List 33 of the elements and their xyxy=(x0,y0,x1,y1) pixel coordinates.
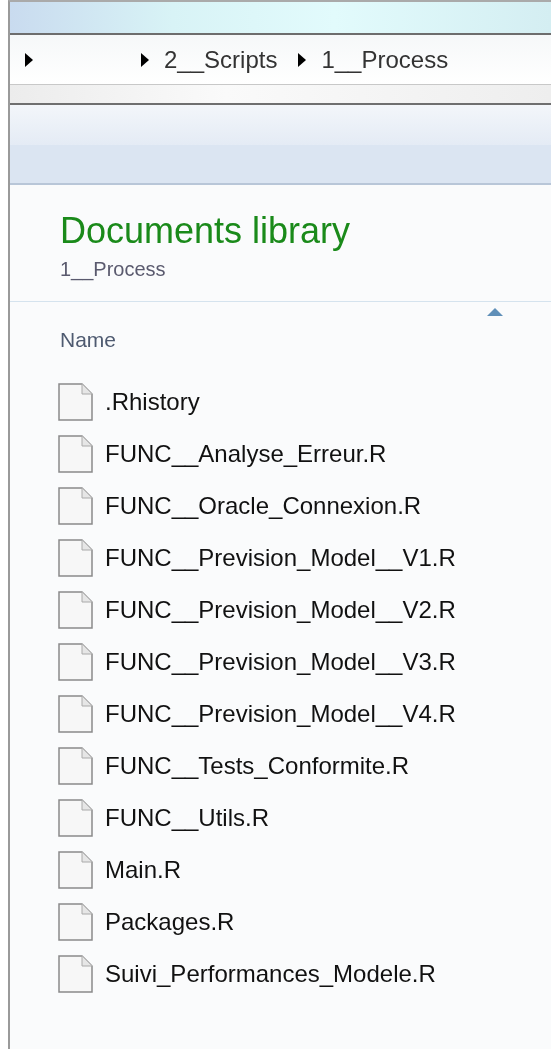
breadcrumb-arrow-icon[interactable] xyxy=(24,52,34,67)
file-icon xyxy=(58,799,93,838)
file-icon xyxy=(58,591,93,630)
file-icon xyxy=(58,383,93,422)
file-name[interactable]: Packages.R xyxy=(105,908,235,937)
file-name[interactable]: FUNC__Analyse_Erreur.R xyxy=(105,440,387,469)
file-icon xyxy=(58,955,93,994)
file-icon xyxy=(58,695,93,734)
file-name[interactable]: FUNC__Prevision_Model__V4.R xyxy=(105,700,456,729)
file-name[interactable]: FUNC__Prevision_Model__V2.R xyxy=(105,596,456,625)
file-name[interactable]: FUNC__Oracle_Connexion.R xyxy=(105,492,422,521)
file-name[interactable]: Suivi_Performances_Modele.R xyxy=(105,960,436,989)
column-header[interactable]: Name xyxy=(60,328,117,352)
file-icon xyxy=(58,487,93,526)
file-name[interactable]: FUNC__Tests_Conformite.R xyxy=(105,752,410,781)
file-icon xyxy=(58,903,93,942)
file-icon xyxy=(58,747,93,786)
breadcrumb-item[interactable]: 2__Scripts xyxy=(164,45,278,74)
file-name[interactable]: FUNC__Utils.R xyxy=(105,804,269,833)
file-icon xyxy=(58,435,93,474)
breadcrumb-arrow-icon[interactable] xyxy=(140,52,150,67)
file-name[interactable]: .Rhistory xyxy=(105,388,200,417)
library-subtitle: 1__Process xyxy=(60,258,167,282)
file-name[interactable]: Main.R xyxy=(105,856,182,885)
breadcrumb-arrow-icon[interactable] xyxy=(297,52,308,67)
file-name[interactable]: FUNC__Prevision_Model__V1.R xyxy=(105,544,456,573)
file-icon xyxy=(58,643,93,682)
file-icon xyxy=(58,539,93,578)
file-icon xyxy=(58,851,93,890)
library-title: Documents library xyxy=(60,209,352,253)
breadcrumb-item[interactable]: 1__Process xyxy=(321,45,449,74)
file-name[interactable]: FUNC__Prevision_Model__V3.R xyxy=(105,648,456,677)
address-bar[interactable]: 2__Scripts 1__Process xyxy=(10,35,551,85)
